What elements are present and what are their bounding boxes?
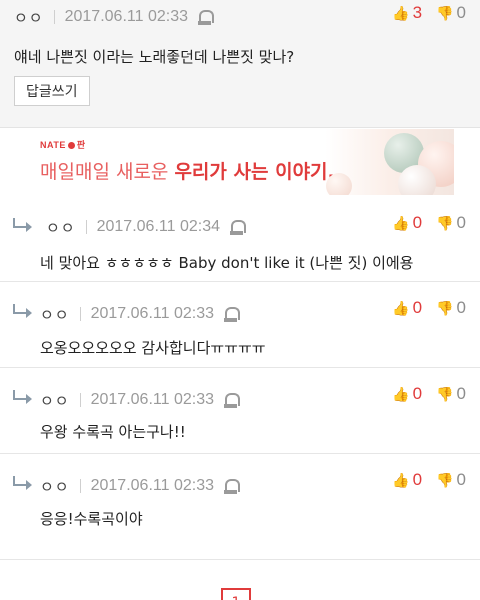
downvote-button[interactable]: 👎 0 xyxy=(436,384,466,404)
downvote-count: 0 xyxy=(456,470,466,489)
reply-author: ㅇㅇ xyxy=(40,305,70,324)
divider xyxy=(79,393,81,407)
divider xyxy=(85,220,87,234)
comment-author: ㅇㅇ xyxy=(14,8,44,27)
comment-text: 얘네 나쁜짓 이라는 노래좋던데 나쁜짓 맞나? xyxy=(14,48,295,66)
balloon-decoration xyxy=(398,165,436,195)
reply-text: 응응!수록곡이야 xyxy=(40,510,143,528)
reply-votes: 👍 0 👎 0 xyxy=(392,384,466,404)
comment-meta: ㅇㅇ 2017.06.11 02:33 xyxy=(14,6,214,28)
reply-text: 우왕 수록곡 아는구나!! xyxy=(40,423,186,441)
ad-logo-dot-icon xyxy=(67,142,75,149)
upvote-button[interactable]: 👍 0 xyxy=(392,384,422,404)
reply-meta: ㅇㅇ 2017.06.11 02:33 xyxy=(40,389,240,411)
report-bell-icon[interactable] xyxy=(223,478,240,494)
ad-text: 매일매일 새로운 우리가 사는 이야기. xyxy=(40,157,335,184)
balloon-decoration xyxy=(326,173,352,195)
upvote-count: 0 xyxy=(412,298,423,317)
upvote-count: 0 xyxy=(412,470,423,489)
reply-meta: ㅇㅇ 2017.06.11 02:33 xyxy=(40,303,240,325)
reply-arrow-icon xyxy=(13,218,32,232)
downvote-count: 0 xyxy=(456,3,466,22)
upvote-count: 0 xyxy=(412,384,423,403)
thumb-up-icon: 👍 xyxy=(392,385,410,402)
divider xyxy=(53,10,55,24)
ad-text-bold: 우리가 사는 이야기. xyxy=(174,161,335,183)
thumb-down-icon: 👎 xyxy=(436,385,454,402)
ad-text-normal: 매일매일 새로운 xyxy=(40,161,175,183)
thumb-down-icon: 👎 xyxy=(436,299,454,316)
reply-votes: 👍 0 👎 0 xyxy=(392,470,466,490)
reply-item: ㅇㅇ 2017.06.11 02:34 👍 0 👎 0 네 맞아요 ㅎㅎㅎㅎㅎ Ba… xyxy=(0,197,480,282)
report-bell-icon[interactable] xyxy=(197,9,214,25)
reply-meta: ㅇㅇ 2017.06.11 02:33 xyxy=(40,475,240,497)
reply-text: 네 맞아요 ㅎㅎㅎㅎㅎ Baby don't like it (나쁜 짓) 이에… xyxy=(40,254,414,272)
thumb-up-icon: 👍 xyxy=(392,471,410,488)
reply-item: ㅇㅇ 2017.06.11 02:33 👍 0 👎 0 응응!수록곡이야 xyxy=(0,455,480,560)
ad-banner[interactable]: NATE 판 매일매일 새로운 우리가 사는 이야기. xyxy=(26,129,454,195)
upvote-button[interactable]: 👍 0 xyxy=(392,213,422,233)
thumb-down-icon: 👎 xyxy=(436,214,454,231)
thumb-up-icon: 👍 xyxy=(392,299,410,316)
ad-logo-text: NATE xyxy=(40,140,66,150)
page-number-current[interactable]: 1 xyxy=(221,588,251,600)
reply-meta: ㅇㅇ 2017.06.11 02:34 xyxy=(46,216,246,238)
downvote-count: 0 xyxy=(456,213,466,232)
downvote-button[interactable]: 👎 0 xyxy=(436,298,466,318)
downvote-count: 0 xyxy=(456,298,466,317)
top-comment: ㅇㅇ 2017.06.11 02:33 👍 3 👎 0 얘네 나쁜짓 이라는 노… xyxy=(0,0,480,128)
report-bell-icon[interactable] xyxy=(223,306,240,322)
downvote-button[interactable]: 👎 0 xyxy=(436,3,466,23)
downvote-count: 0 xyxy=(456,384,466,403)
reply-votes: 👍 0 👎 0 xyxy=(392,213,466,233)
write-reply-button[interactable]: 답글쓰기 xyxy=(14,76,90,106)
ad-logo: NATE 판 xyxy=(40,138,86,151)
comment-votes: 👍 3 👎 0 xyxy=(392,3,466,23)
thumb-down-icon: 👎 xyxy=(436,4,454,21)
reply-date: 2017.06.11 02:33 xyxy=(90,305,214,322)
comment-date: 2017.06.11 02:33 xyxy=(64,8,188,25)
upvote-count: 0 xyxy=(412,213,423,232)
downvote-button[interactable]: 👎 0 xyxy=(436,213,466,233)
reply-author: ㅇㅇ xyxy=(40,391,70,410)
upvote-button[interactable]: 👍 0 xyxy=(392,470,422,490)
reply-text: 오옹오오오오오 감사합니다ㅠㅠㅠㅠ xyxy=(40,339,266,357)
reply-date: 2017.06.11 02:33 xyxy=(90,391,214,408)
divider xyxy=(79,479,81,493)
upvote-button[interactable]: 👍 3 xyxy=(392,3,422,23)
reply-item: ㅇㅇ 2017.06.11 02:33 👍 0 👎 0 오옹오오오오오 감사합니다ㅠ… xyxy=(0,283,480,368)
thumb-down-icon: 👎 xyxy=(436,471,454,488)
reply-arrow-icon xyxy=(13,476,32,490)
reply-votes: 👍 0 👎 0 xyxy=(392,298,466,318)
reply-author: ㅇㅇ xyxy=(40,477,70,496)
divider xyxy=(79,307,81,321)
reply-date: 2017.06.11 02:33 xyxy=(90,477,214,494)
upvote-count: 3 xyxy=(412,3,423,22)
reply-date: 2017.06.11 02:34 xyxy=(96,218,220,235)
report-bell-icon[interactable] xyxy=(223,392,240,408)
report-bell-icon[interactable] xyxy=(229,219,246,235)
reply-arrow-icon xyxy=(13,390,32,404)
reply-arrow-icon xyxy=(13,304,32,318)
reply-author: ㅇㅇ xyxy=(46,218,76,237)
upvote-button[interactable]: 👍 0 xyxy=(392,298,422,318)
thumb-up-icon: 👍 xyxy=(392,214,410,231)
thumb-up-icon: 👍 xyxy=(392,4,410,21)
downvote-button[interactable]: 👎 0 xyxy=(436,470,466,490)
ad-logo-suffix: 판 xyxy=(76,140,86,150)
reply-item: ㅇㅇ 2017.06.11 02:33 👍 0 👎 0 우왕 수록곡 아는구나!! xyxy=(0,369,480,454)
